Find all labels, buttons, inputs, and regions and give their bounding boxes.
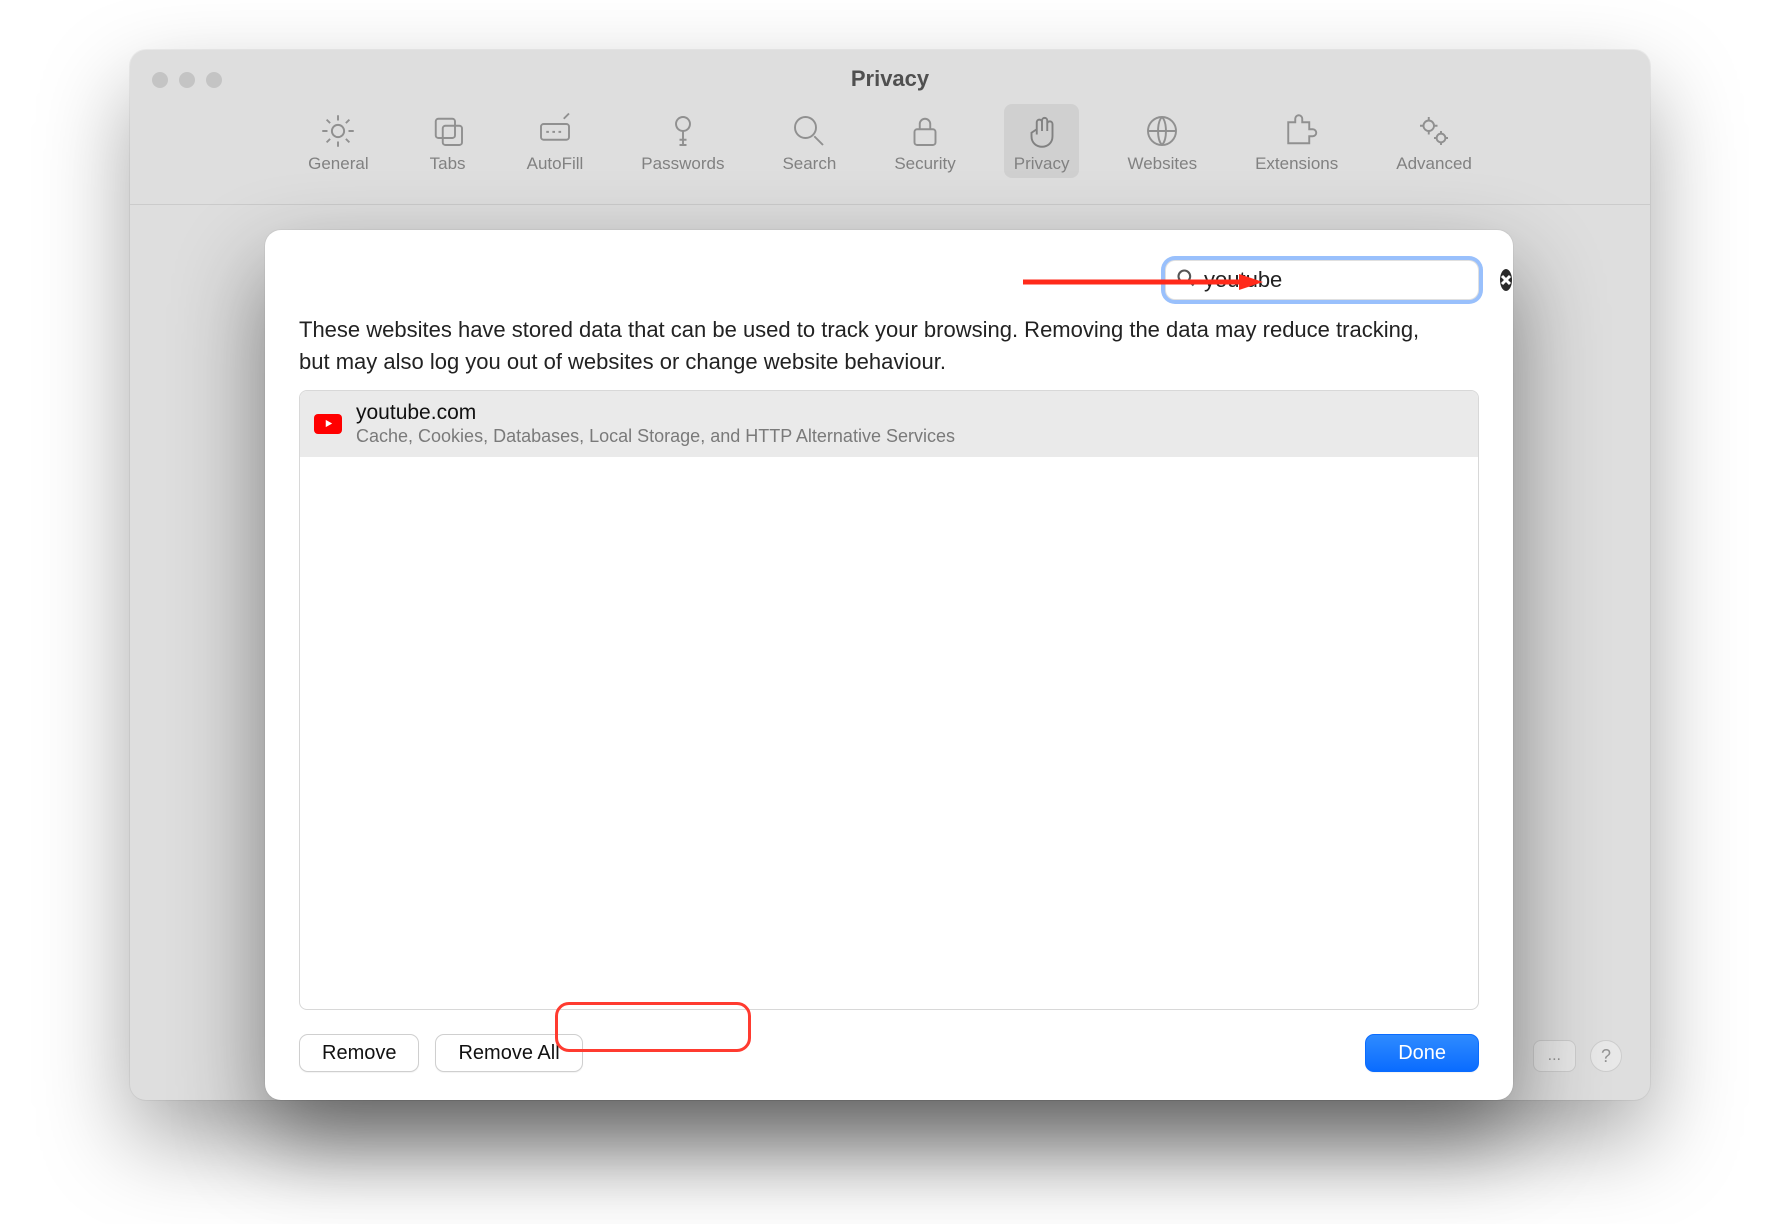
preferences-titlebar: Privacy General Tabs AutoFill Passwords [130, 50, 1650, 205]
clear-search-button[interactable] [1500, 269, 1512, 291]
done-button[interactable]: Done [1365, 1034, 1479, 1072]
tab-security[interactable]: Security [884, 104, 965, 178]
tab-label: Websites [1127, 154, 1197, 174]
hand-icon [1021, 110, 1063, 152]
gear-icon [317, 110, 359, 152]
tab-search[interactable]: Search [772, 104, 846, 178]
tab-label: AutoFill [527, 154, 584, 174]
remove-all-label: Remove All [458, 1042, 559, 1064]
tab-label: Privacy [1014, 154, 1070, 174]
help-button[interactable]: ? [1590, 1040, 1622, 1072]
tab-extensions[interactable]: Extensions [1245, 104, 1348, 178]
tab-label: Security [894, 154, 955, 174]
search-field[interactable] [1165, 260, 1479, 300]
website-data-sheet: These websites have stored data that can… [265, 230, 1513, 1100]
search-icon [1176, 268, 1196, 293]
puzzle-icon [1276, 110, 1318, 152]
tab-advanced[interactable]: Advanced [1386, 104, 1482, 178]
help-label: ? [1601, 1046, 1611, 1067]
tabs-icon [427, 110, 469, 152]
website-name: youtube.com [356, 401, 955, 425]
website-row[interactable]: youtube.com Cache, Cookies, Databases, L… [300, 391, 1478, 457]
gears-icon [1413, 110, 1455, 152]
tab-autofill[interactable]: AutoFill [517, 104, 594, 178]
remove-button[interactable]: Remove [299, 1034, 419, 1072]
sheet-description: These websites have stored data that can… [299, 314, 1449, 378]
search-input[interactable] [1204, 267, 1492, 293]
remove-label: Remove [322, 1042, 396, 1064]
done-label: Done [1398, 1042, 1446, 1064]
website-list[interactable]: youtube.com Cache, Cookies, Databases, L… [299, 390, 1479, 1010]
tab-label: Advanced [1396, 154, 1472, 174]
tab-label: Search [782, 154, 836, 174]
remove-all-button[interactable]: Remove All [435, 1034, 582, 1072]
lock-icon [904, 110, 946, 152]
tab-label: General [308, 154, 368, 174]
window-footer-controls: ... ? [1533, 1040, 1622, 1072]
tab-tabs[interactable]: Tabs [417, 104, 479, 178]
preferences-toolbar: General Tabs AutoFill Passwords Search [130, 104, 1650, 178]
autofill-icon [534, 110, 576, 152]
details-label: ... [1548, 1047, 1561, 1065]
tab-websites[interactable]: Websites [1117, 104, 1207, 178]
details-button[interactable]: ... [1533, 1040, 1576, 1072]
youtube-icon [314, 414, 342, 434]
tab-label: Tabs [430, 154, 466, 174]
tab-privacy[interactable]: Privacy [1004, 104, 1080, 178]
tab-label: Extensions [1255, 154, 1338, 174]
globe-icon [1141, 110, 1183, 152]
key-icon [662, 110, 704, 152]
tab-passwords[interactable]: Passwords [631, 104, 734, 178]
close-icon [1500, 274, 1512, 286]
tab-label: Passwords [641, 154, 724, 174]
window-title: Privacy [130, 66, 1650, 92]
search-icon [788, 110, 830, 152]
tab-general[interactable]: General [298, 104, 378, 178]
website-detail: Cache, Cookies, Databases, Local Storage… [356, 426, 955, 447]
